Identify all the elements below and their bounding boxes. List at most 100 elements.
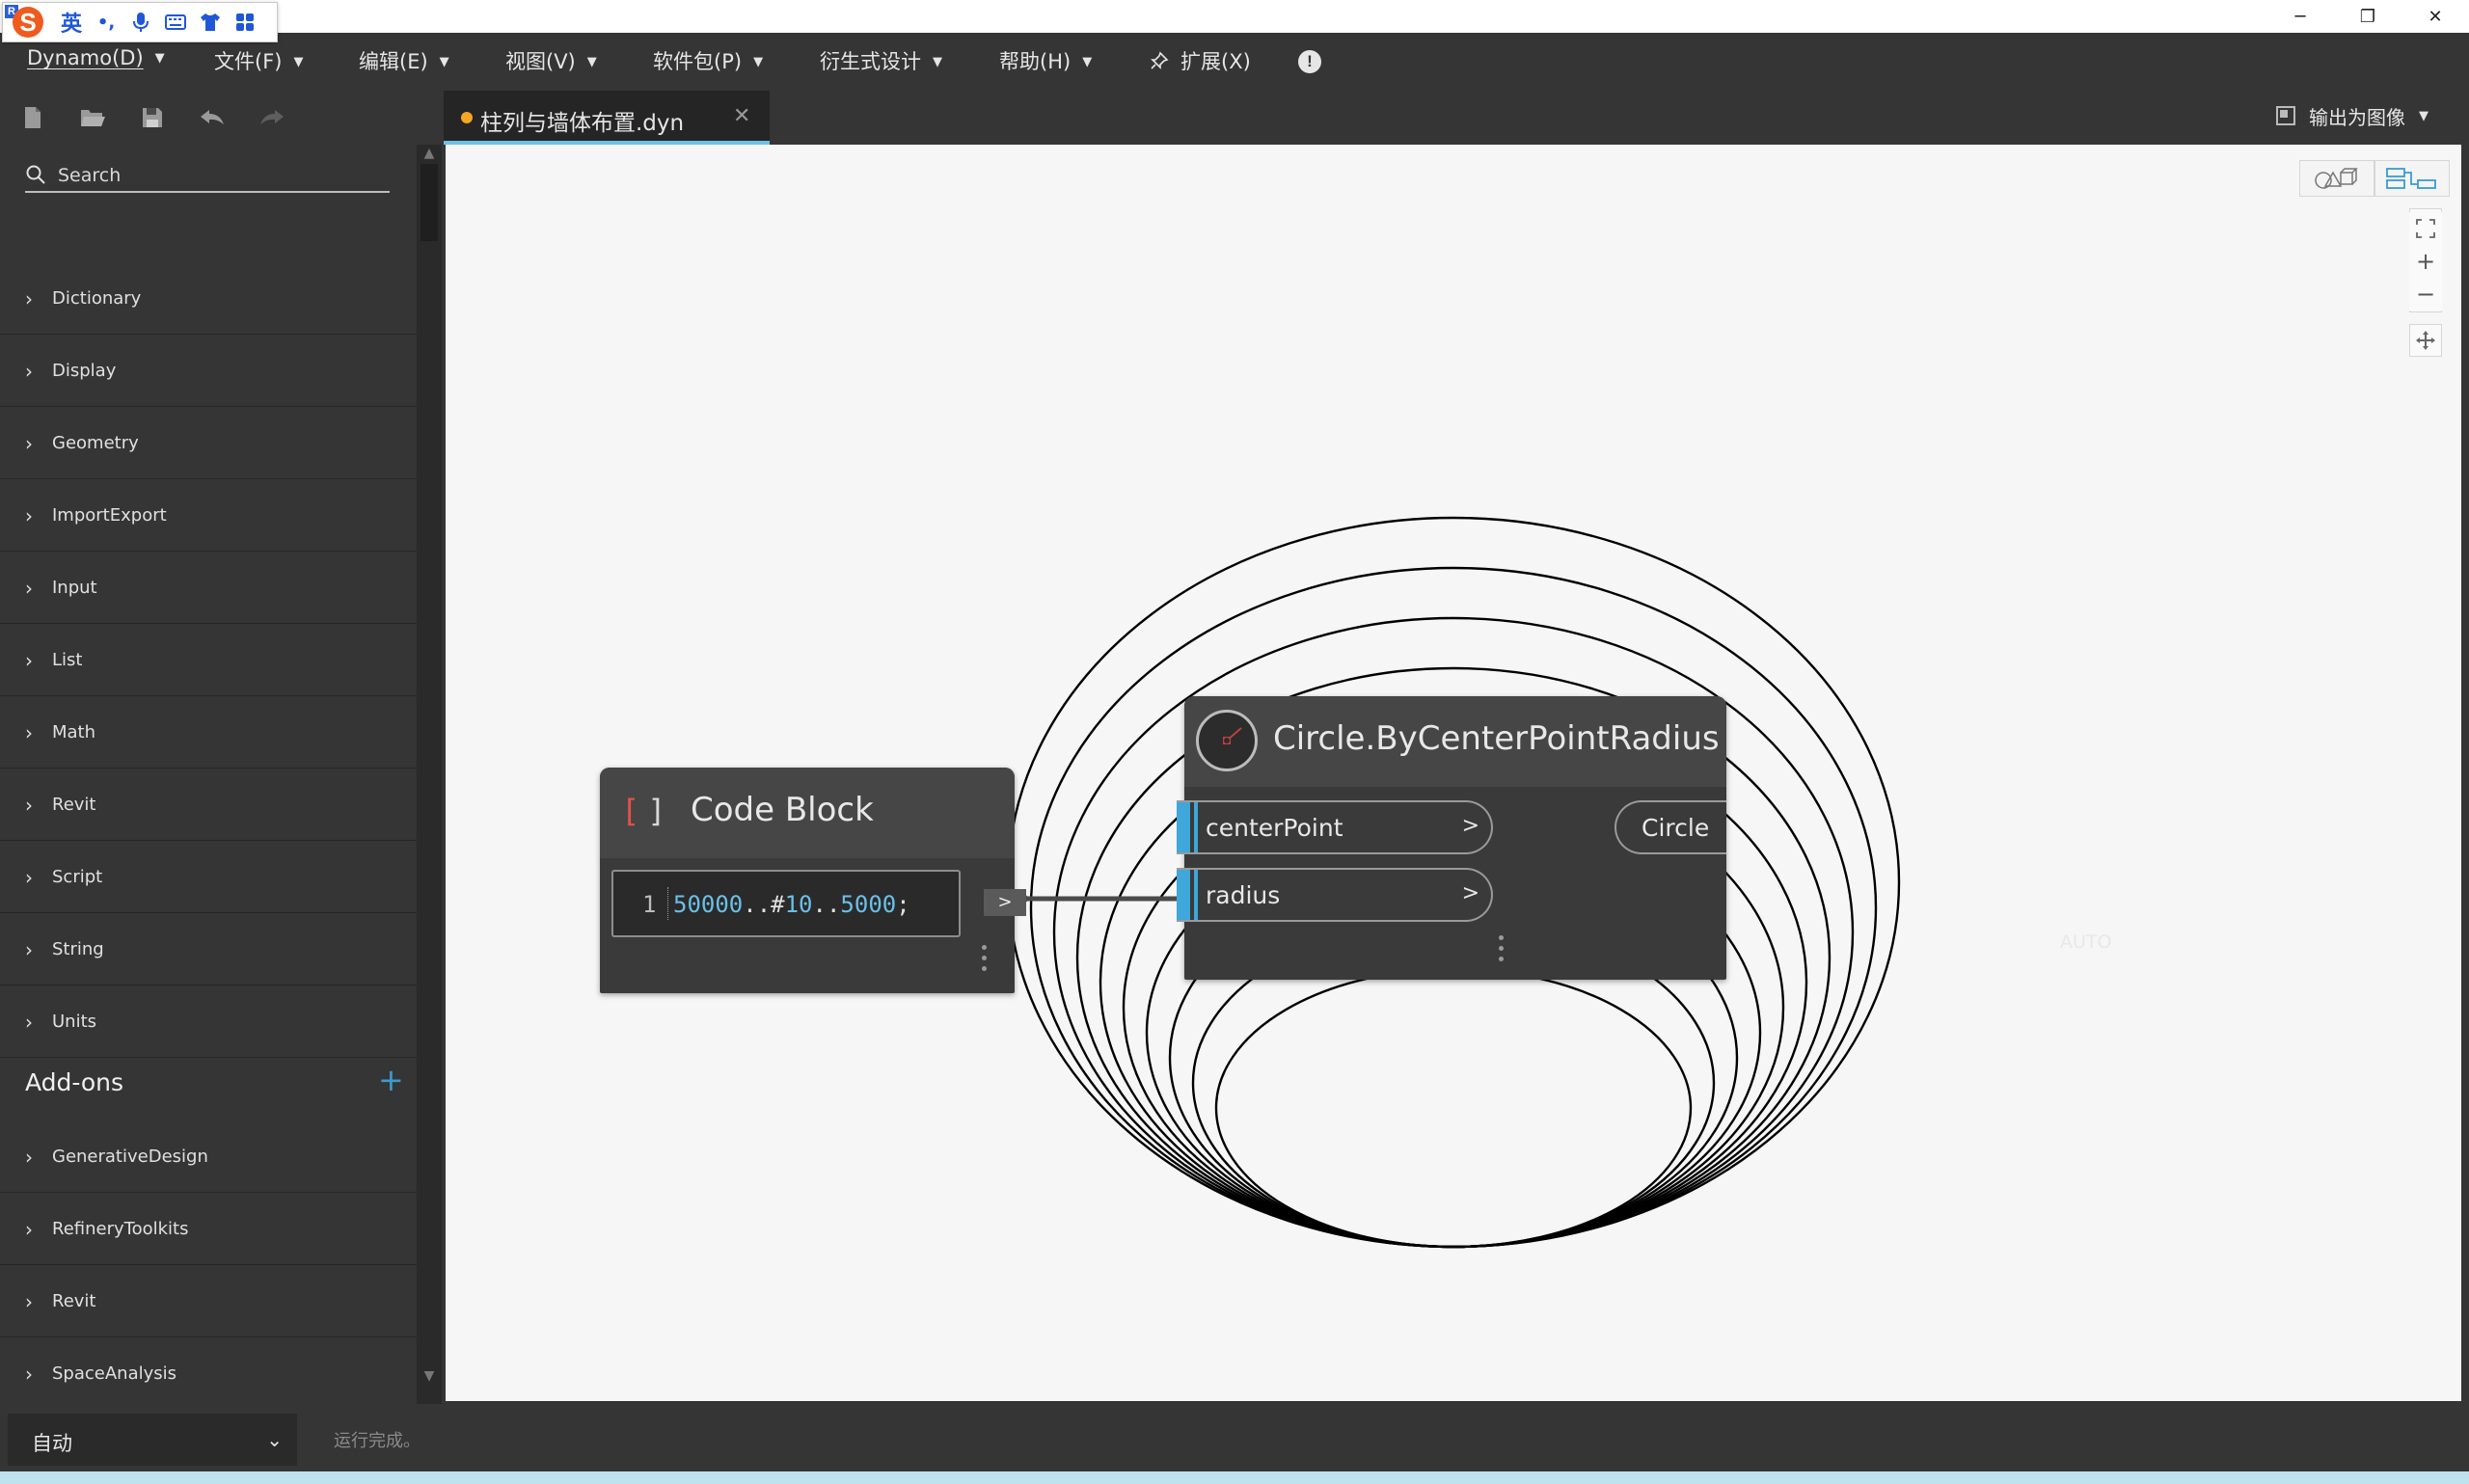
input-port-centerpoint[interactable]: centerPoint > [1177,800,1493,854]
library-item-label: Units [52,1012,97,1032]
menu-extensions[interactable]: 扩展(X) [1150,46,1251,75]
library-category-input[interactable]: › Input [0,552,417,624]
graph-view-toggle[interactable] [2374,160,2450,197]
sogou-logo-icon: R S [3,3,43,41]
library-item-label: SpaceAnalysis [52,1363,177,1384]
library-category-math[interactable]: › Math [0,696,417,769]
menu-dynamo-label: Dynamo(D) [27,46,144,69]
pan-icon[interactable] [2409,324,2442,357]
close-tab-button[interactable]: ✕ [733,104,750,128]
ime-punct-icon[interactable]: •, [95,12,117,33]
menu-extensions-label: 扩展(X) [1180,50,1251,73]
undo-icon[interactable] [199,104,226,131]
code-token: ..# [743,891,785,918]
minimize-button[interactable]: ─ [2266,0,2334,33]
library-panel: › Dictionary › Display › Geometry › ImportExpor… [0,145,417,1410]
run-mode-select[interactable]: 自动 ⌄ [8,1414,297,1466]
pin-icon [1151,51,1169,69]
menu-edit[interactable]: 编辑(E) ▼ [359,46,449,75]
ime-toolbar[interactable]: R S 英 •, [2,2,278,42]
menu-dynamo[interactable]: Dynamo(D) ▼ [27,46,165,69]
menu-packages[interactable]: 软件包(P) ▼ [653,46,763,75]
search-input[interactable] [58,160,376,191]
port-label: centerPoint [1206,814,1343,842]
addon-category-refinerytoolkits[interactable]: › RefineryToolkits [0,1193,417,1265]
toolbox-grid-icon[interactable] [234,12,256,33]
new-file-icon[interactable] [19,104,46,131]
file-tab[interactable]: 柱列与墙体布置.dyn ✕ [444,91,770,145]
scroll-up-icon[interactable]: ▲ [421,145,438,162]
menu-help[interactable]: 帮助(H) ▼ [999,46,1092,75]
3d-shapes-icon [2315,168,2358,189]
library-item-label: GenerativeDesign [52,1147,208,1167]
code-editor[interactable]: 1 50000..#10..5000; [611,870,961,937]
library-item-label: Script [52,867,103,887]
addon-category-spaceanalysis[interactable]: › SpaceAnalysis [0,1337,417,1410]
chevron-right-icon: › [25,938,33,961]
code-token: 10 [784,891,813,918]
close-window-button[interactable]: ✕ [2401,0,2469,33]
chevron-right-icon: › [25,432,33,455]
addon-category-generativedesign[interactable]: › GenerativeDesign [0,1120,417,1193]
library-category-string[interactable]: › String [0,913,417,985]
circle-node-icon [1196,710,1258,771]
export-image-label: 输出为图像 [2309,105,2405,129]
library-category-revit[interactable]: › Revit [0,769,417,841]
code-token: ; [896,891,910,918]
lacing-indicator[interactable]: AUTO [2060,931,2111,953]
chevron-right-icon: › [25,504,33,527]
output-port-circle[interactable]: Circle [1614,800,1726,854]
chevron-right-icon: › [25,1218,33,1241]
skin-shirt-icon[interactable] [200,12,221,33]
zoom-to-fit-icon[interactable] [2409,212,2442,245]
save-icon[interactable] [139,104,166,131]
library-category-units[interactable]: › Units [0,985,417,1058]
output-port[interactable]: > [984,889,1026,916]
menu-generative-design-label: 衍生式设计 [820,50,921,73]
input-port-radius[interactable]: radius > [1177,868,1493,922]
run-status-text: 运行完成。 [334,1431,421,1451]
keyboard-icon[interactable] [165,12,187,33]
export-image-button[interactable]: 输出为图像 ▼ [2276,102,2428,129]
geometry-view-toggle[interactable] [2299,160,2374,197]
ime-lang-toggle[interactable]: 英 [61,7,82,38]
library-category-display[interactable]: › Display [0,335,417,407]
addon-category-revit[interactable]: › Revit [0,1265,417,1337]
chevron-right-icon: › [25,360,33,383]
add-package-button[interactable]: + [378,1065,404,1095]
zoom-in-icon[interactable]: + [2409,245,2442,278]
scroll-down-icon[interactable]: ▼ [421,1367,438,1385]
microphone-icon[interactable] [130,12,151,33]
library-category-dictionary[interactable]: › Dictionary [0,262,417,335]
code-block-node[interactable]: [] Code Block 1 50000..#10..5000; > [600,768,1026,993]
node-menu-icon[interactable] [1499,935,1505,967]
info-icon[interactable]: ! [1298,50,1321,73]
restore-button[interactable]: ❐ [2334,0,2401,33]
library-item-label: RefineryToolkits [52,1219,189,1239]
library-item-label: Input [52,578,97,598]
taskbar-strip [0,1471,2469,1484]
menu-view[interactable]: 视图(V) ▼ [505,46,597,75]
node-graph-icon [2386,168,2436,189]
library-category-importexport[interactable]: › ImportExport [0,479,417,552]
scrollbar-thumb[interactable] [421,164,438,241]
search-icon [26,165,45,184]
chevron-right-icon: › [25,1290,33,1313]
open-folder-icon[interactable] [79,104,106,131]
zoom-out-icon[interactable]: − [2409,278,2442,310]
chevron-down-icon: ▼ [753,55,764,69]
menu-generative-design[interactable]: 衍生式设计 ▼ [820,46,942,75]
graph-canvas[interactable]: + − [] Code Block 1 50000..#10..5000; > … [446,145,2461,1402]
library-item-label: Math [52,722,96,742]
redo-icon[interactable] [258,104,285,131]
library-scrollbar[interactable]: ▲ ▼ [417,145,442,1404]
library-category-list[interactable]: › List [0,624,417,696]
circle-by-center-point-radius-node[interactable]: Circle.ByCenterPointRadius centerPoint >… [1177,696,2111,980]
node-menu-icon[interactable] [982,945,988,977]
port-indicator [1177,802,1194,852]
library-category-script[interactable]: › Script [0,841,417,913]
menu-file[interactable]: 文件(F) ▼ [214,46,303,75]
image-icon [2276,106,2295,125]
library-item-label: String [52,939,104,959]
library-category-geometry[interactable]: › Geometry [0,407,417,479]
